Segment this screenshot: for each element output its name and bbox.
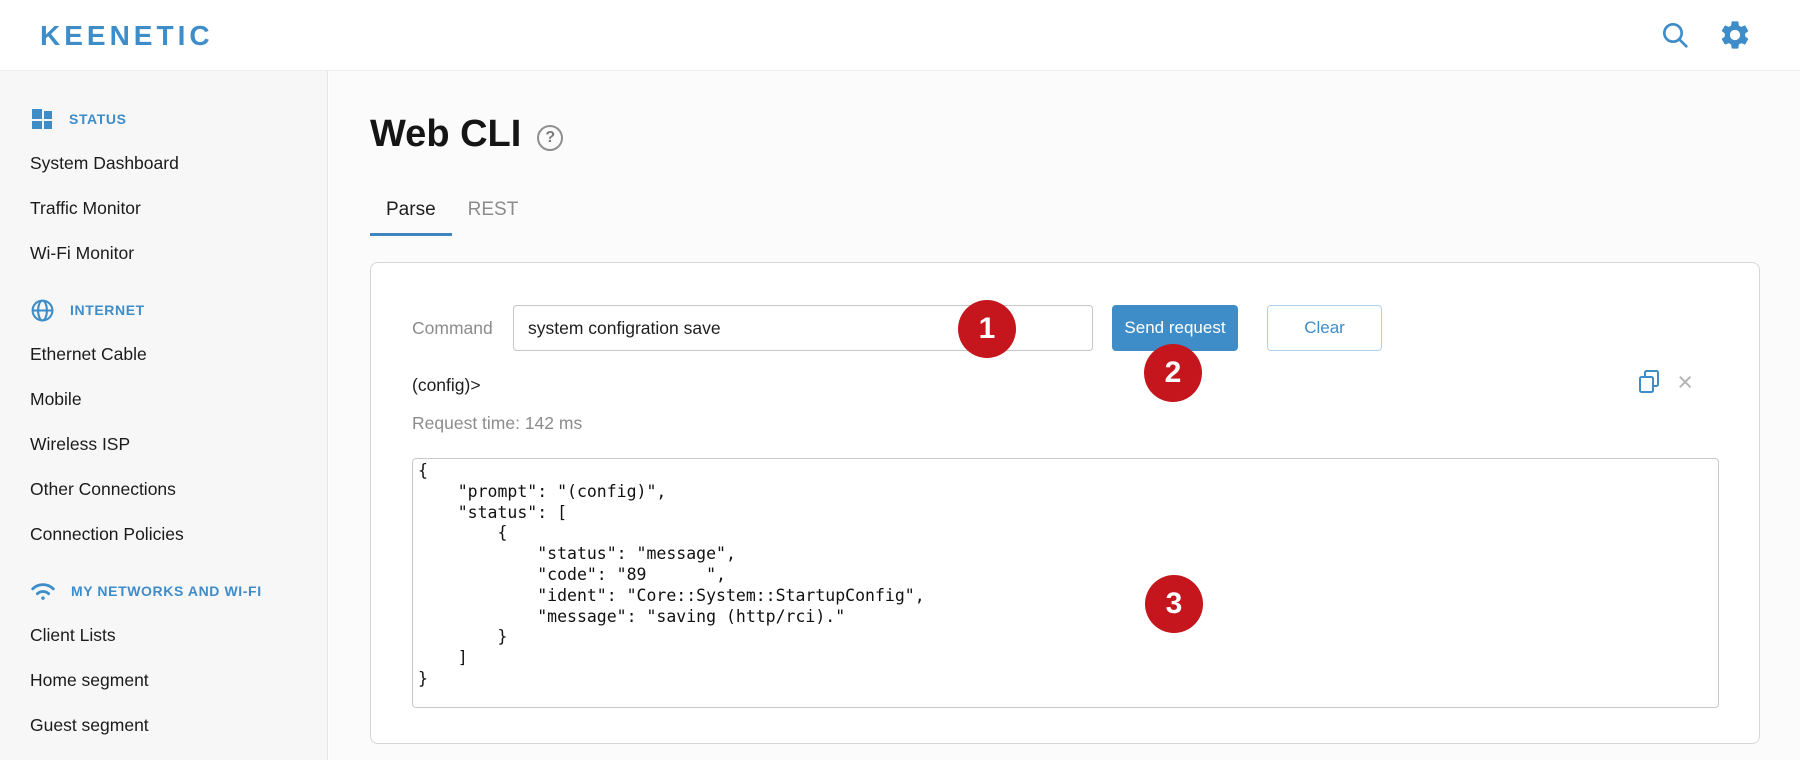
annotation-marker-3: 3 — [1145, 575, 1203, 633]
tab-bar: Parse REST — [370, 199, 534, 236]
sidebar-item-other-connections[interactable]: Other Connections — [0, 467, 327, 512]
sidebar-item-home-segment[interactable]: Home segment — [0, 658, 327, 703]
top-bar: KEENETIC — [0, 0, 1800, 71]
webcli-panel: Command Send request Clear (config)> × R… — [370, 262, 1760, 744]
tab-parse[interactable]: Parse — [370, 199, 452, 236]
cli-prompt: (config)> — [412, 375, 481, 395]
sidebar-item-guest-segment[interactable]: Guest segment — [0, 703, 327, 748]
sidebar-section-label: STATUS — [69, 111, 127, 127]
sidebar: STATUS System Dashboard Traffic Monitor … — [0, 71, 328, 760]
dashboard-grid-icon — [30, 107, 54, 131]
request-time: Request time: 142 ms — [412, 413, 583, 433]
sidebar-item-ethernet-cable[interactable]: Ethernet Cable — [0, 332, 327, 377]
keenetic-logo: KEENETIC — [40, 20, 214, 51]
sidebar-section-internet[interactable]: INTERNET — [0, 288, 327, 332]
sidebar-item-system-dashboard[interactable]: System Dashboard — [0, 141, 327, 186]
tab-rest[interactable]: REST — [452, 199, 535, 236]
copy-icon[interactable] — [1637, 369, 1661, 395]
main-content: Web CLI ? Parse REST Command Send reques… — [329, 71, 1800, 760]
sidebar-item-client-lists[interactable]: Client Lists — [0, 613, 327, 658]
sidebar-item-mobile[interactable]: Mobile — [0, 377, 327, 422]
search-icon[interactable] — [1656, 16, 1694, 54]
sidebar-item-connection-policies[interactable]: Connection Policies — [0, 512, 327, 557]
globe-icon — [30, 298, 55, 323]
gear-icon[interactable] — [1716, 16, 1754, 54]
command-label: Command — [412, 318, 493, 338]
page-title: Web CLI — [370, 113, 522, 155]
annotation-marker-2: 2 — [1144, 344, 1202, 402]
cli-output-json: { "prompt": "(config)", "status": [ { "s… — [418, 461, 925, 688]
sidebar-section-my-networks[interactable]: MY NETWORKS AND WI-FI — [0, 569, 327, 613]
sidebar-section-status[interactable]: STATUS — [0, 97, 327, 141]
sidebar-item-traffic-monitor[interactable]: Traffic Monitor — [0, 186, 327, 231]
wifi-icon — [30, 580, 56, 602]
sidebar-section-label: INTERNET — [70, 302, 145, 318]
sidebar-item-wifi-monitor[interactable]: Wi-Fi Monitor — [0, 231, 327, 276]
close-icon[interactable]: × — [1677, 369, 1693, 396]
cli-output-box[interactable]: { "prompt": "(config)", "status": [ { "s… — [412, 458, 1719, 708]
annotation-marker-1: 1 — [958, 300, 1016, 358]
help-icon[interactable]: ? — [537, 124, 564, 151]
clear-button[interactable]: Clear — [1267, 305, 1382, 351]
sidebar-section-label: MY NETWORKS AND WI-FI — [71, 583, 262, 599]
sidebar-item-wireless-isp[interactable]: Wireless ISP — [0, 422, 327, 467]
